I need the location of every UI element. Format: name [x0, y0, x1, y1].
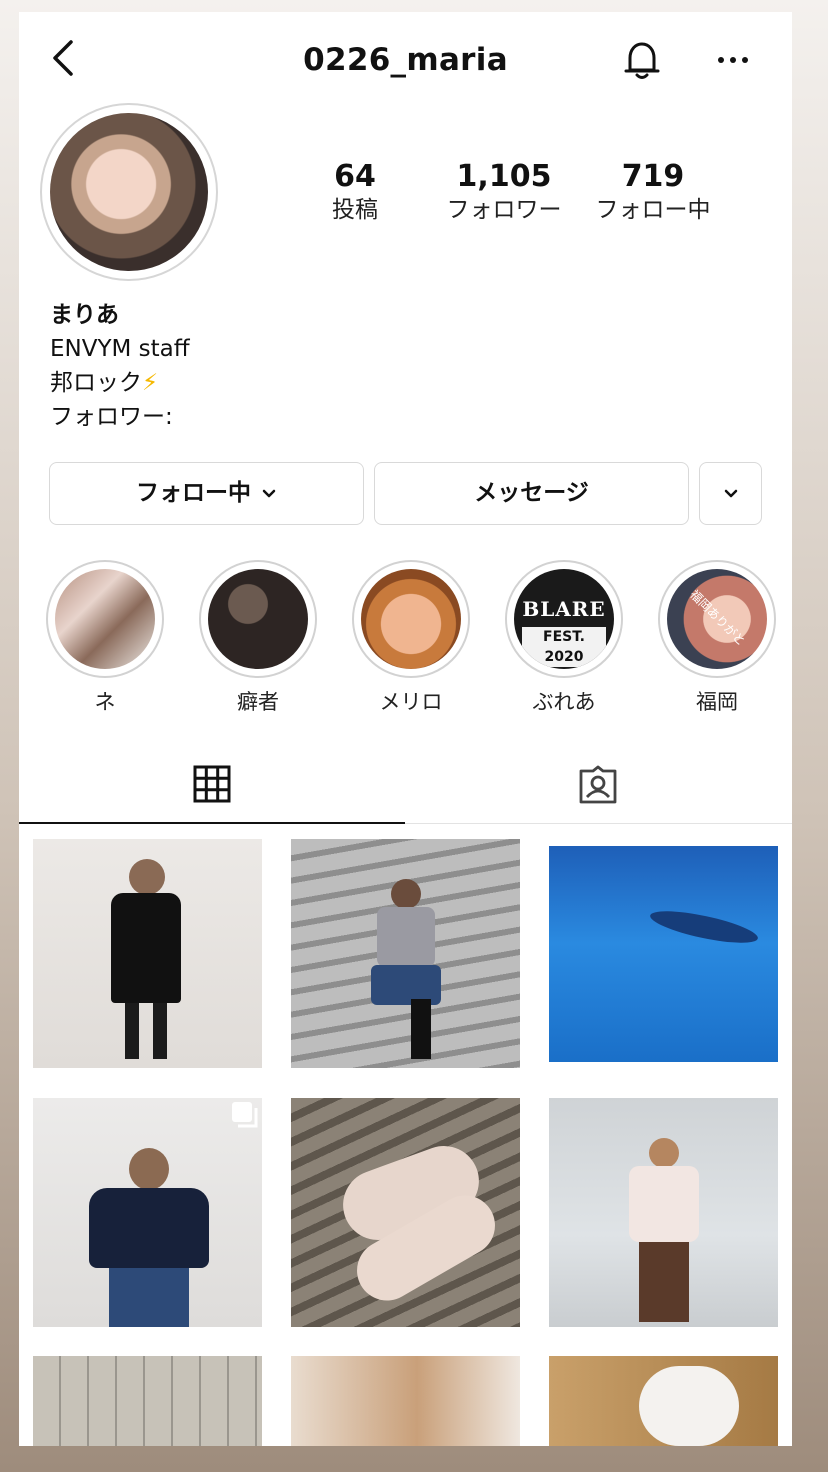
- lightning-icon: ⚡: [142, 370, 159, 396]
- post-thumbnail[interactable]: [549, 1356, 778, 1446]
- profile-screen: 0226_maria 64 投稿 1,105 フォロワー 719 フォロー中 ま…: [19, 12, 792, 1446]
- tab-tagged-posts[interactable]: [405, 752, 791, 824]
- post-thumbnail[interactable]: [291, 1098, 520, 1327]
- message-button[interactable]: メッセージ: [374, 462, 689, 525]
- highlight-ring: [199, 560, 317, 678]
- chevron-down-icon: [262, 489, 276, 497]
- followers-count[interactable]: 1,105 フォロワー: [424, 160, 584, 226]
- post-thumbnail[interactable]: [291, 1356, 520, 1446]
- suggested-accounts-button[interactable]: [699, 462, 762, 525]
- highlight-item[interactable]: ネ: [44, 560, 166, 716]
- following-value: 719: [621, 159, 685, 194]
- bio-line-2: 邦ロック⚡: [50, 366, 190, 400]
- profile-username: 0226_maria: [303, 42, 508, 78]
- post-figure: [89, 1148, 209, 1327]
- profile-avatar[interactable]: [40, 103, 218, 281]
- post-thumbnail[interactable]: [33, 839, 262, 1068]
- bio-line-3: フォロワー:: [50, 404, 173, 430]
- notifications-button[interactable]: [622, 38, 662, 82]
- tab-posts-grid[interactable]: [19, 752, 405, 824]
- highlight-cover-text: BLARE: [522, 597, 606, 621]
- posts-label: 投稿: [332, 197, 378, 223]
- post-thumbnail[interactable]: [549, 1098, 778, 1327]
- highlight-item[interactable]: 癖者: [197, 560, 319, 716]
- more-dots-icon: [718, 57, 748, 63]
- post-thumbnail[interactable]: [549, 846, 778, 1062]
- message-button-label: メッセージ: [474, 480, 589, 506]
- highlight-label: ネ: [94, 690, 116, 714]
- posts-value: 64: [334, 159, 376, 194]
- grid-icon: [193, 765, 231, 803]
- bell-icon: [624, 42, 660, 79]
- highlight-cover-image: 福岡ありがと: [667, 569, 767, 669]
- following-button[interactable]: フォロー中: [49, 462, 364, 525]
- highlight-cover-image: [55, 569, 155, 669]
- chevron-down-icon: [724, 489, 737, 497]
- display-name: まりあ: [50, 302, 119, 328]
- highlight-cover-text: FEST. 2020: [522, 627, 606, 667]
- highlight-cover-image: [208, 569, 308, 669]
- following-label: フォロー中: [595, 197, 711, 223]
- highlight-item[interactable]: メリロ: [350, 560, 472, 716]
- highlight-cover-image: [361, 569, 461, 669]
- following-count[interactable]: 719 フォロー中: [573, 160, 733, 226]
- posts-count[interactable]: 64 投稿: [275, 160, 435, 226]
- more-options-button[interactable]: [713, 52, 753, 68]
- highlight-label: ぶれあ: [532, 690, 596, 714]
- top-bar: 0226_maria: [19, 12, 792, 102]
- highlight-ring: 福岡ありがと: [658, 560, 776, 678]
- post-figure: [647, 904, 761, 950]
- following-button-label: フォロー中: [135, 480, 251, 506]
- bio-line-2-text: 邦ロック: [50, 370, 142, 396]
- carousel-icon: [232, 1102, 258, 1128]
- highlight-ring: BLARE FEST. 2020: [505, 560, 623, 678]
- post-figure: [111, 859, 181, 1059]
- post-thumbnail[interactable]: [291, 839, 520, 1068]
- highlight-label: 福岡: [696, 690, 738, 714]
- followers-value: 1,105: [456, 159, 552, 194]
- post-figure: [629, 1138, 699, 1323]
- post-figure: [639, 1366, 739, 1446]
- bio-line-1: ENVYM staff: [50, 336, 190, 362]
- tagged-person-icon: [579, 765, 617, 804]
- profile-tabs: [19, 752, 792, 824]
- avatar-image: [50, 113, 208, 271]
- highlight-item[interactable]: 福岡ありがと 福岡: [656, 560, 778, 716]
- highlight-cover-image: BLARE FEST. 2020: [514, 569, 614, 669]
- followers-label: フォロワー: [446, 197, 562, 223]
- profile-bio: まりあ ENVYM staff 邦ロック⚡ フォロワー:: [50, 298, 190, 434]
- highlight-item[interactable]: BLARE FEST. 2020 ぶれあ: [503, 560, 625, 716]
- post-thumbnail[interactable]: [33, 1098, 262, 1327]
- post-figure: [371, 879, 441, 1059]
- highlight-cover-text: 福岡ありがと: [687, 587, 749, 649]
- post-figure: [333, 1136, 506, 1312]
- post-thumbnail[interactable]: [33, 1356, 262, 1446]
- highlight-label: 癖者: [237, 690, 279, 714]
- highlight-label: メリロ: [379, 690, 443, 714]
- highlight-ring: [46, 560, 164, 678]
- highlight-ring: [352, 560, 470, 678]
